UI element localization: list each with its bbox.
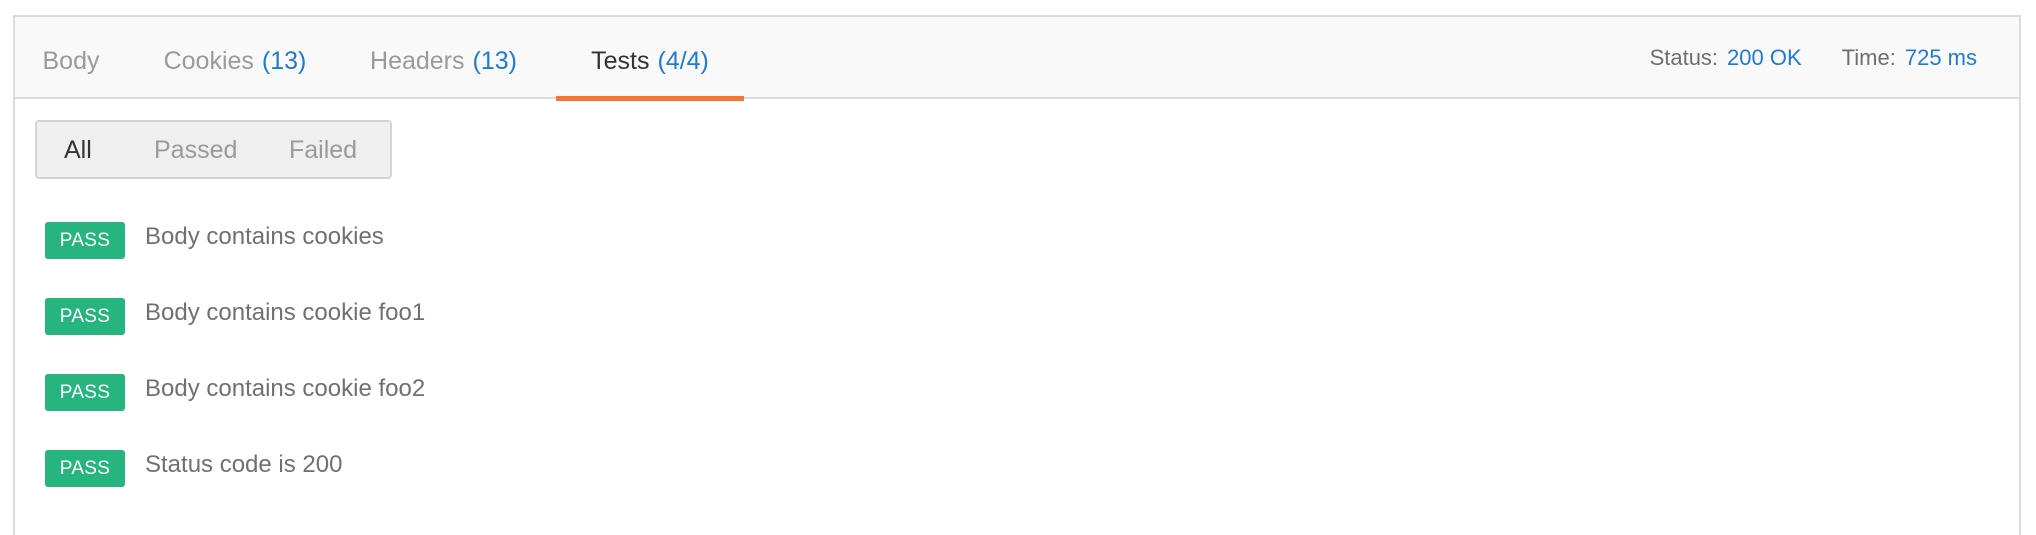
tab-cookies-count: (13): [261, 46, 307, 75]
filter-all-button[interactable]: All: [64, 136, 92, 165]
tab-headers[interactable]: Headers (13): [355, 17, 532, 99]
test-result-row: PASS Status code is 200: [45, 450, 342, 487]
response-tab-bar: Body Cookies (13) Headers (13) Tests (4/…: [15, 17, 2019, 101]
tab-tests[interactable]: Tests (4/4): [556, 17, 744, 101]
tab-cookies[interactable]: Cookies (13): [147, 17, 323, 99]
tab-body-label: Body: [42, 46, 100, 75]
test-result-row: PASS Body contains cookie foo1: [45, 298, 425, 335]
tab-headers-count: (13): [472, 46, 517, 75]
response-panel: Body Cookies (13) Headers (13) Tests (4/…: [13, 15, 2021, 535]
filter-failed-button[interactable]: Failed: [289, 136, 357, 165]
pass-badge: PASS: [45, 450, 125, 487]
tab-headers-label: Headers: [370, 46, 465, 75]
status-value: 200 OK: [1727, 45, 1802, 70]
tab-cookies-label: Cookies: [163, 46, 254, 75]
status-label: Status:: [1649, 45, 1719, 70]
pass-badge: PASS: [45, 374, 125, 411]
time-label: Time:: [1841, 45, 1896, 70]
test-result-row: PASS Body contains cookies: [45, 222, 384, 259]
tab-tests-count: (4/4): [657, 46, 709, 75]
test-filter-group: All Passed Failed: [35, 120, 392, 179]
test-name: Body contains cookie foo2: [145, 374, 426, 402]
tab-body[interactable]: Body: [15, 17, 127, 99]
pass-badge: PASS: [45, 222, 125, 259]
time-value: 725 ms: [1904, 45, 1977, 70]
test-result-row: PASS Body contains cookie foo2: [45, 374, 425, 411]
tab-tests-label: Tests: [591, 46, 650, 75]
filter-passed-button[interactable]: Passed: [154, 136, 237, 165]
response-meta: Status: 200 OK Time: 725 ms: [1650, 17, 1977, 99]
test-name: Status code is 200: [145, 450, 343, 478]
pass-badge: PASS: [45, 298, 125, 335]
test-name: Body contains cookie foo1: [145, 298, 426, 326]
test-name: Body contains cookies: [145, 222, 384, 250]
